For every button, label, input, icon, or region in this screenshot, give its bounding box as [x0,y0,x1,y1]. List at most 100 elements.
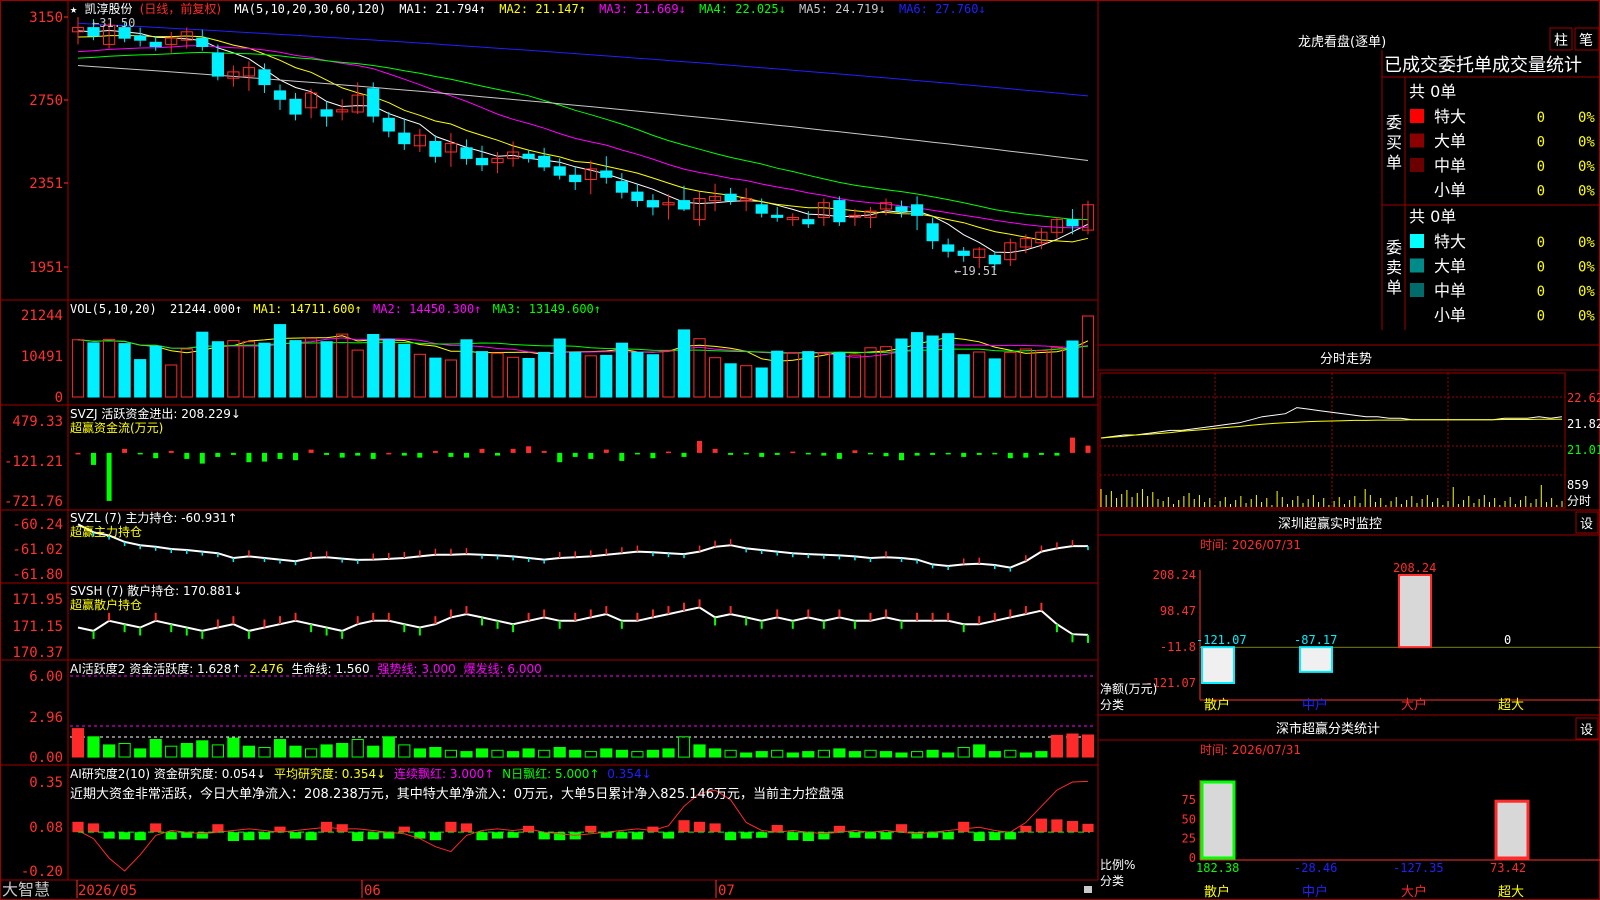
monitor-category: 中户 [1302,697,1328,713]
main-holding-line [77,523,1089,572]
research-bar [1082,823,1094,833]
volume-bar [305,337,318,398]
fund-flow-bar [168,450,174,453]
y-tick: 0.35 [29,775,63,791]
retail-holding-line [77,599,1089,643]
activity-bar [553,747,566,758]
fund-flow-bar [184,452,190,459]
y-tick: -61.80 [12,567,63,583]
ma6-value: MA6: 27.760↓ [899,2,986,16]
activity-bar [180,743,193,758]
high-price-marker: ←31.50 [92,16,135,30]
candle-body [911,204,924,216]
order-pct: 0% [1578,135,1595,151]
class-category: 中户 [1302,884,1328,900]
monitor-y-tick: 98.47 [1160,604,1196,618]
candle-body [367,88,380,117]
fund-flow-bar [899,452,904,461]
candle-body [553,166,566,176]
svzl-subtitle: 超赢主力持仓 [70,524,142,539]
candle-body [1066,219,1079,227]
stats-title: 已成交委托单成交量统计 [1384,55,1582,76]
fund-flow-bar [697,440,702,453]
brand-logo[interactable]: 大智慧 [2,880,50,899]
fund-flow-bar [153,452,159,459]
volume-bar [1050,347,1064,398]
fund-flow-bar [619,452,625,461]
ma5-value: MA5: 24.719↓ [799,2,886,16]
activity-bar [600,748,613,758]
stock-terminal: 3150 2750 2351 1951 ←31.50 ←19.51 ★ 凯淳股份… [0,0,1600,900]
volume-bar [911,332,924,398]
volume-bar [196,331,209,398]
volume-bar [87,342,100,398]
candle-body [429,141,442,157]
intraday-title: 分时走势 [1320,351,1372,367]
monitor-bar [1299,646,1333,673]
monitor-category: 超大 [1498,698,1524,713]
volume-bar [926,335,939,398]
candle-body [802,219,815,225]
y-tick: 10491 [21,349,63,365]
vol-title: VOL(5,10,20) [70,302,157,316]
sell-char: 单 [1386,278,1402,297]
research-bar [367,832,379,840]
stock-name[interactable]: 凯淳股份 [84,1,132,16]
candle-body [522,153,535,159]
activity-bar [165,745,178,758]
fund-flow-bar [495,452,500,456]
research-bar [1035,818,1047,833]
vol-ma1: MA1: 14711.600↑ [253,302,361,316]
candle-body [646,200,659,208]
y-tick: 2750 [29,93,63,109]
order-swatch [1410,258,1424,273]
monitor-value: -87.17 [1294,633,1337,647]
order-pct: 0% [1578,159,1595,175]
fund-flow-bar [75,452,81,455]
research-bar [227,832,239,841]
research-bar [880,832,892,840]
candle-body [475,157,489,166]
order-type: 大单 [1434,257,1466,276]
fund-flow-bar [122,448,128,453]
fund-flow-bar [246,452,252,463]
class-y-tick: 0 [1189,851,1196,865]
activity-bar [87,736,100,758]
volume-bar [273,324,287,398]
monitor-time: 时间: 2026/07/31 [1200,538,1301,552]
order-pct: 0% [1578,184,1595,200]
y-tick: 6.00 [29,669,63,685]
period-label[interactable]: (日线，前复权) [140,1,221,16]
lock-icon[interactable] [1084,886,1092,893]
volume-bar [833,352,846,398]
order-swatch [1410,109,1424,123]
fund-flow-bar [432,450,438,453]
activity-bar [724,749,737,758]
fund-flow-bar [712,448,718,453]
monitor-value: 208.24 [1393,561,1436,575]
star-icon[interactable]: ★ [70,2,77,16]
volume-bar [227,340,240,398]
activity-bar [507,751,520,758]
order-swatch [1410,158,1424,172]
research-bar [429,832,441,841]
class-bar [1494,799,1530,860]
volume-bar [320,341,333,398]
class-settings-label: 设 [1580,723,1593,738]
volume-bar [367,334,380,398]
y-tick: 0.00 [29,750,63,766]
research-bar [150,823,162,833]
research-bar [476,832,488,841]
volume-bar [1035,350,1048,398]
volume-bar [289,340,302,398]
fund-flow-bar [277,452,283,459]
volume-bar [258,342,271,398]
class-value: 182.38 [1196,861,1239,875]
ai2-note: 近期大资金非常活跃，今日大单净流入：208.238万元，其中特大单净流入：0万元… [70,786,844,802]
svzj-title: SVZJ 活跃资金进出: 208.229↓ [70,406,241,421]
fund-flow-bar [1070,437,1075,453]
activity-bar [569,749,582,758]
candle-body [211,52,225,77]
fund-flow-bar [339,452,345,458]
research-bar [833,825,845,833]
